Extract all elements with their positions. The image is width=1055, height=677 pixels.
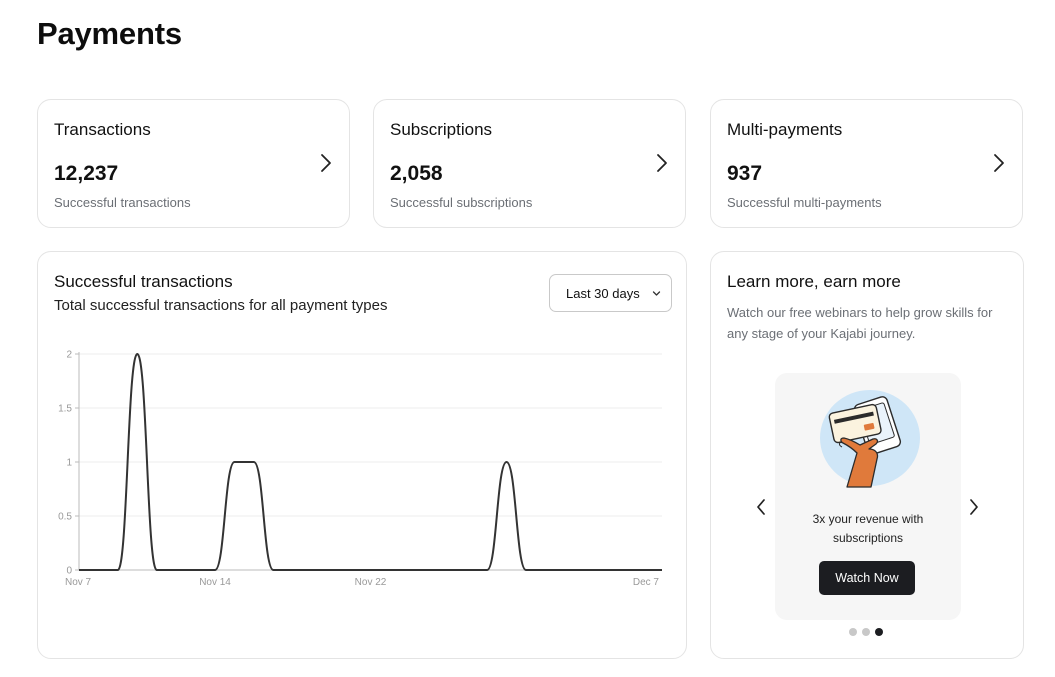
promo-description: Watch our free webinars to help grow ski… xyxy=(727,305,993,341)
watch-now-button[interactable]: Watch Now xyxy=(819,561,915,595)
y-tick-label: 0 xyxy=(66,566,72,577)
promo-title: Learn more, earn more xyxy=(727,272,901,291)
x-tick-label: Nov 22 xyxy=(355,577,387,588)
stat-label: Subscriptions xyxy=(390,120,493,139)
successful-transactions-panel: Successful transactions Total successful… xyxy=(37,251,687,659)
carousel-dot-2[interactable] xyxy=(862,628,870,636)
carousel-slide: 3x your revenue with subscriptions Watch… xyxy=(775,373,961,620)
subscriptions-card[interactable]: Subscriptions 2,058 Successful subscript… xyxy=(373,99,686,228)
x-tick-label: Dec 7 xyxy=(633,577,660,588)
page-title: Payments xyxy=(37,16,182,51)
y-tick-label: 0.5 xyxy=(58,512,72,523)
stat-value: 937 xyxy=(727,162,763,185)
slide-caption: 3x your revenue with subscriptions xyxy=(812,512,924,545)
chevron-right-icon[interactable] xyxy=(968,498,980,516)
y-tick-label: 1 xyxy=(66,458,72,469)
carousel-dots xyxy=(849,628,883,636)
stat-subtext: Successful subscriptions xyxy=(390,195,533,210)
payment-cards-hand-illustration xyxy=(820,390,920,488)
stat-subtext: Successful multi-payments xyxy=(727,195,882,210)
x-tick-label: Nov 7 xyxy=(65,577,92,588)
carousel-dot-3[interactable] xyxy=(875,628,883,636)
transactions-line-chart: 0 0.5 1 1.5 2 Nov 7 Nov 14 Nov 22 Dec 7 xyxy=(58,350,662,588)
stat-label: Transactions xyxy=(54,120,151,139)
chevron-right-icon[interactable] xyxy=(992,152,1006,174)
transactions-card[interactable]: Transactions 12,237 Successful transacti… xyxy=(37,99,350,228)
chevron-right-icon[interactable] xyxy=(655,152,669,174)
x-tick-label: Nov 14 xyxy=(199,577,231,588)
stat-value: 2,058 xyxy=(390,162,443,185)
multi-payments-card[interactable]: Multi-payments 937 Successful multi-paym… xyxy=(710,99,1023,228)
y-tick-label: 2 xyxy=(66,350,72,361)
chevron-left-icon[interactable] xyxy=(755,498,767,516)
stat-label: Multi-payments xyxy=(727,120,843,139)
stat-subtext: Successful transactions xyxy=(54,195,191,210)
chevron-right-icon[interactable] xyxy=(319,152,333,174)
y-tick-label: 1.5 xyxy=(58,404,72,415)
carousel-dot-1[interactable] xyxy=(849,628,857,636)
stat-value: 12,237 xyxy=(54,162,119,185)
learn-more-panel: Learn more, earn more Watch our free web… xyxy=(710,251,1024,659)
